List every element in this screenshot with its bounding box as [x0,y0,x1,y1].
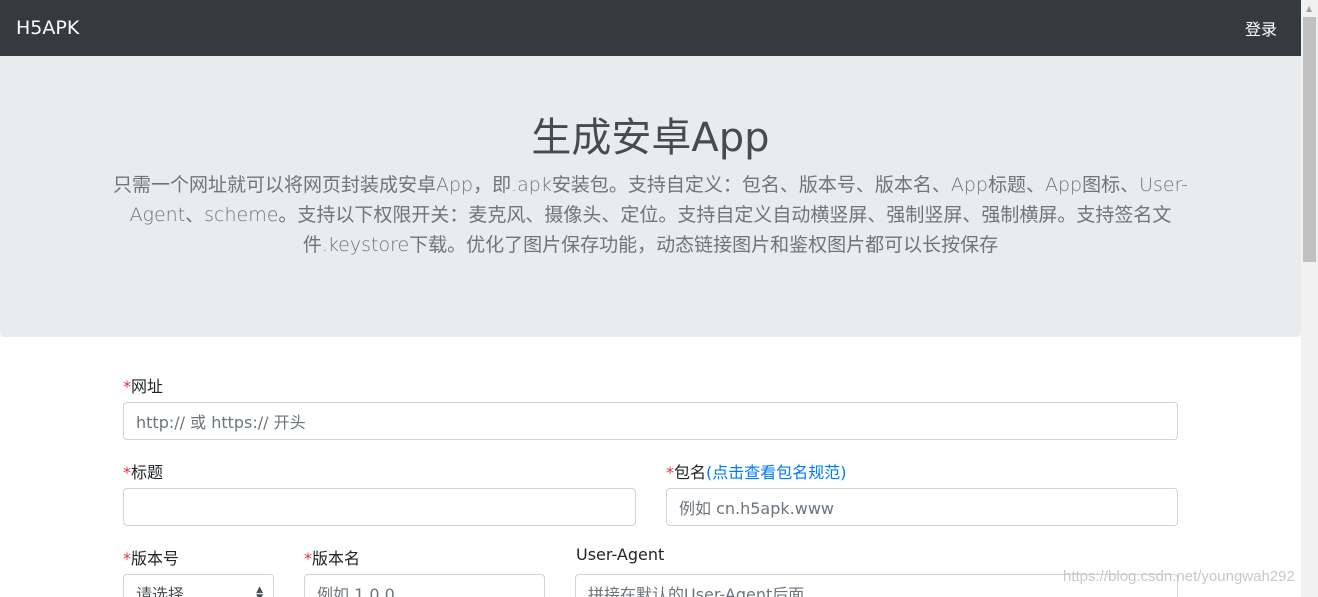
user-agent-label: User-Agent [576,545,665,564]
required-mark: * [123,377,131,396]
required-mark: * [123,463,131,482]
version-name-placeholder: 例如 1.0.0 [317,585,395,597]
url-label: *网址 [123,377,164,396]
page-title: 生成安卓App [531,115,770,161]
login-link[interactable]: 登录 [1245,16,1277,40]
watermark: https://blog.csdn.net/youngwah292 [1063,568,1295,585]
package-input[interactable]: 例如 cn.h5apk.www [666,488,1178,526]
page: H5APK 登录 生成安卓App 只需一个网址就可以将网页封装成安卓App，即.… [0,0,1301,597]
version-code-select[interactable]: 请选择 ▲▼ [123,574,274,597]
version-code-selected: 请选择 [136,585,185,597]
hero-section: 生成安卓App 只需一个网址就可以将网页封装成安卓App，即.apk安装包。支持… [0,56,1301,337]
version-name-label: *版本名 [304,549,361,568]
vertical-scrollbar[interactable]: ▲ [1301,0,1318,597]
version-code-label: *版本号 [123,549,180,568]
navbar: H5APK 登录 [0,0,1301,56]
required-mark: * [123,549,131,568]
scrollbar-thumb[interactable] [1303,17,1316,262]
required-mark: * [304,549,312,568]
required-mark: * [666,463,674,482]
url-placeholder: http:// 或 https:// 开头 [136,413,306,432]
title-input[interactable] [123,488,636,526]
scroll-up-icon[interactable]: ▲ [1306,4,1312,13]
package-rules-link[interactable]: 点击查看包名规范 [712,463,840,482]
url-input[interactable]: http:// 或 https:// 开头 [123,402,1178,440]
package-placeholder: 例如 cn.h5apk.www [679,499,835,518]
version-name-input[interactable]: 例如 1.0.0 [304,574,545,597]
brand-logo[interactable]: H5APK [16,17,79,39]
package-label: *包名(点击查看包名规范) [666,463,847,482]
user-agent-placeholder: 拼接在默认的User-Agent后面 [588,585,805,597]
title-label: *标题 [123,463,164,482]
hero-description: 只需一个网址就可以将网页封装成安卓App，即.apk安装包。支持自定义：包名、版… [112,174,1189,256]
select-caret-icon: ▲▼ [256,585,263,597]
